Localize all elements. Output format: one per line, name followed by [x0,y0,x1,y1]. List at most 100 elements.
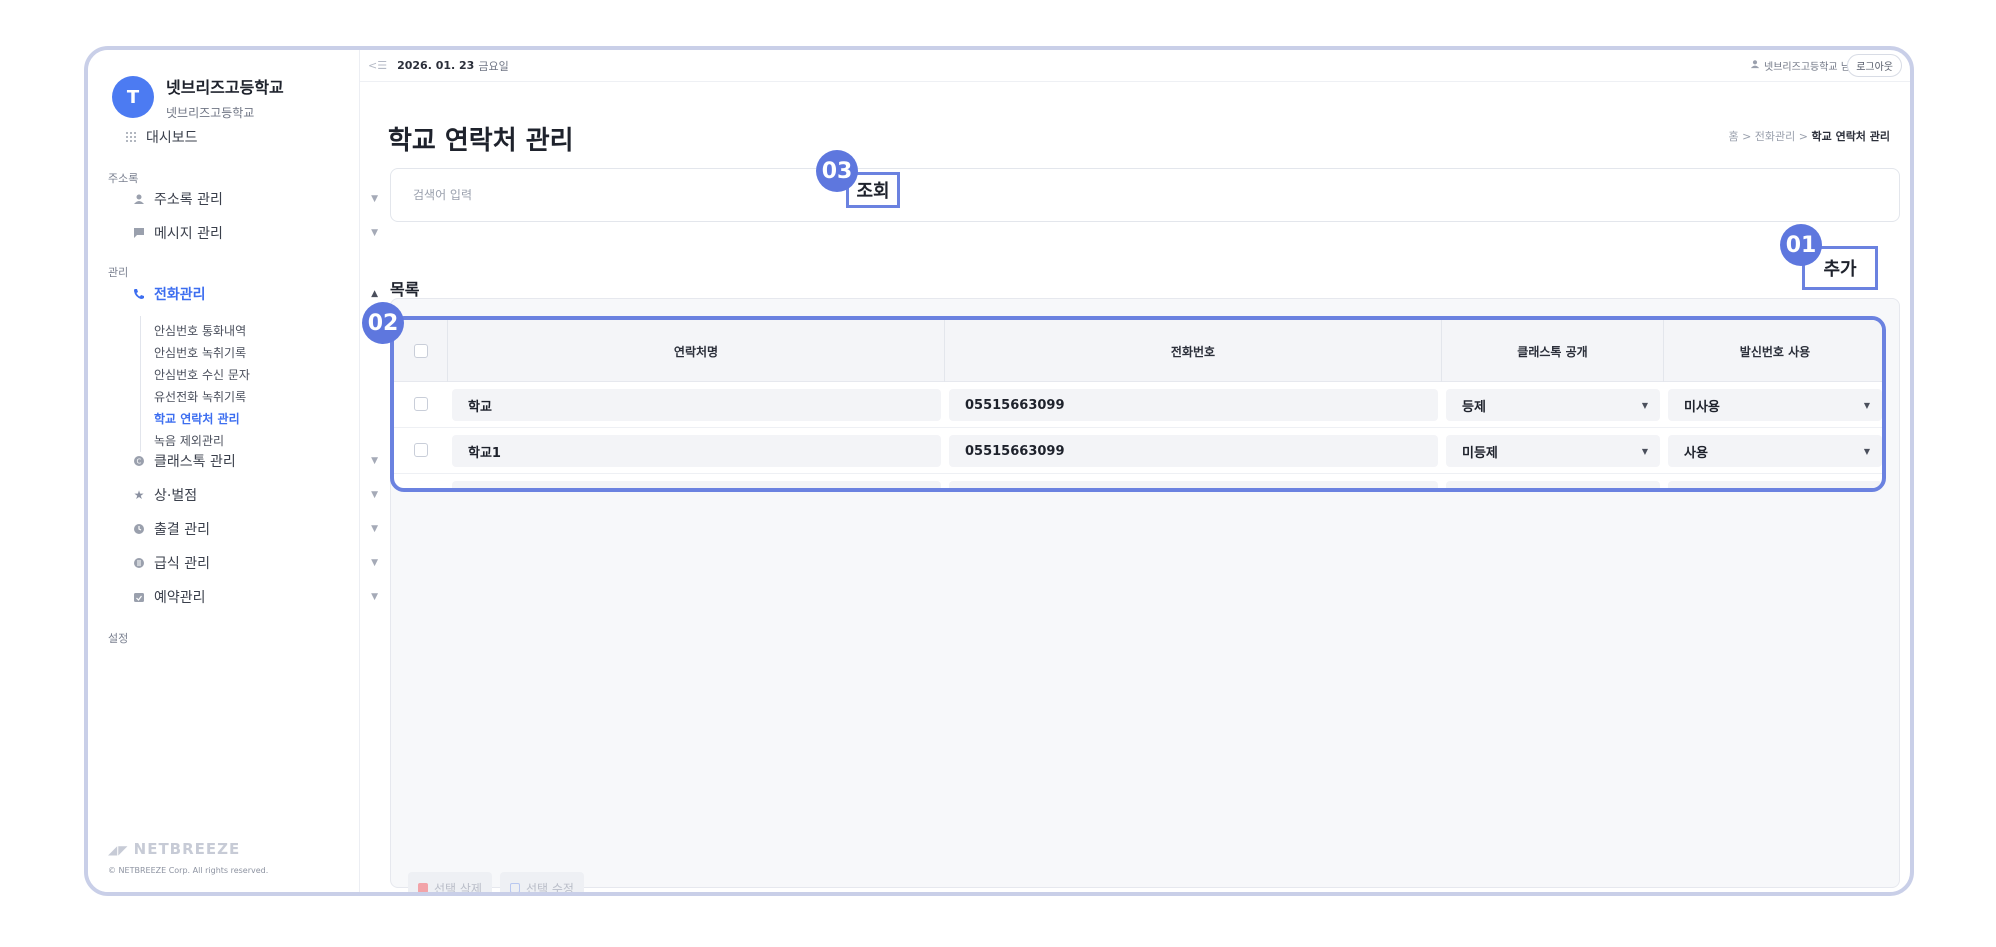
submenu-item[interactable]: 안심번호 녹취기록 [154,344,246,361]
row-checkbox[interactable] [414,397,428,411]
chevron-up-icon: ▲ [371,289,378,299]
person-icon [1750,59,1760,72]
sidebar-item-label: 예약관리 [154,590,206,606]
classtalk-select[interactable]: 등제 ▼ [1446,481,1660,489]
column-header-sender[interactable]: 발신번호 사용 [1664,320,1882,382]
submenu-item[interactable]: 안심번호 통화내역 [154,322,246,339]
sender-select[interactable]: 사용 ▼ [1668,481,1882,489]
sidebar-item-messages[interactable]: 메시지 관리 ▼ [132,218,404,248]
calendar-icon [132,590,146,604]
sender-select-value: 사용 [1684,488,1708,489]
svg-text:C: C [137,458,142,466]
delete-selected-button[interactable]: 선택 삭제 [408,872,492,896]
contact-name-field[interactable]: 학교 [452,389,941,421]
submenu-item[interactable]: 안심번호 수신 문자 [154,366,250,383]
column-header-phone[interactable]: 전화번호 [945,320,1442,382]
current-weekday: 금요일 [478,59,509,73]
row-checkbox[interactable] [414,443,428,457]
sidebar-item-meals[interactable]: 급식 관리 ▼ [132,548,404,578]
row-checkbox[interactable] [414,489,428,492]
callout-badge-add: 01 [1780,224,1822,266]
sidebar: T 넷브리즈고등학교 넷브리즈고등학교 대시보드 주소록 주소록 관리 ▼ 메시… [88,50,378,892]
contacts-table: 연락처명 전화번호 클래스톡 공개 발신번호 사용 학교 05515663099… [390,316,1886,492]
callout-badge-table: 02 [362,302,404,344]
breadcrumb: 홈 > 전화관리 > 학교 연락처 관리 [1728,130,1891,143]
sidebar-item-attendance[interactable]: 출결 관리 ▼ [132,514,404,544]
chevron-down-icon: ▼ [371,228,378,238]
contact-name-field[interactable]: 학교2 [452,481,941,488]
chevron-down-icon: ▼ [371,194,378,204]
clock-icon [132,522,146,536]
sidebar-item-reservations[interactable]: 예약관리 ▼ [132,582,404,612]
brand-title: 넷브리즈고등학교 [166,78,284,97]
sidebar-item-classtalk[interactable]: C 클래스톡 관리 ▼ [132,446,404,476]
column-header-classtalk[interactable]: 클래스톡 공개 [1442,320,1664,382]
chevron-down-icon: ▼ [371,524,378,534]
avatar: T [112,76,154,118]
sidebar-item-dashboard[interactable]: 대시보드 [124,122,396,152]
sidebar-toggle-icon[interactable]: <☰ [368,59,387,72]
select-all-checkbox[interactable] [413,344,428,358]
dropdown-caret-icon: ▼ [1863,446,1870,456]
sidebar-item-addressbook[interactable]: 주소록 관리 ▼ [132,184,404,214]
search-input[interactable] [413,183,1013,207]
grid-icon [124,130,138,144]
delete-selected-label: 선택 삭제 [434,881,482,896]
classtalk-select-value: 등제 [1462,399,1486,415]
sidebar-item-merits[interactable]: ★ 상·벌점 ▼ [132,480,404,510]
submenu-item[interactable]: 유선전화 녹취기록 [154,388,246,405]
person-icon [132,192,146,206]
classtalk-select[interactable]: 미등제 ▼ [1446,435,1660,467]
table-row: 학교1 05515663099 미등제 ▼ 사용 ▼ [394,428,1882,474]
table-row: 학교2 05515663099 등제 ▼ 사용 ▼ [394,474,1882,492]
submenu-item-active[interactable]: 학교 연락처 관리 [154,410,240,427]
breadcrumb-parent[interactable]: 전화관리 [1755,130,1795,143]
classtalk-select[interactable]: 등제 ▼ [1446,389,1660,421]
submenu-guide-line [140,316,141,452]
sidebar-item-phone[interactable]: 전화관리 ▲ [132,279,404,309]
edit-icon [510,883,520,892]
logo-mark-icon: ◢◤ [108,843,134,857]
brand: T 넷브리즈고등학교 넷브리즈고등학교 [112,72,284,121]
breadcrumb-current: 학교 연락처 관리 [1811,130,1891,143]
column-header-name[interactable]: 연락처명 [448,320,945,382]
page-title: 학교 연락처 관리 [388,126,574,156]
classtalk-select-value: 미등제 [1462,445,1498,461]
app-window: T 넷브리즈고등학교 넷브리즈고등학교 대시보드 주소록 주소록 관리 ▼ 메시… [84,46,1914,896]
sidebar-item-label: 상·벌점 [154,488,198,504]
sender-select[interactable]: 사용 ▼ [1668,435,1882,467]
sender-select-value: 사용 [1684,445,1708,461]
sidebar-item-label: 메시지 관리 [154,226,223,242]
footer-copyright: © NETBREEZE Corp. All rights reserved. [108,866,269,875]
top-bar: <☰ 2026. 01. 23 금요일 넷브리즈고등학교 님 로그아웃 [360,50,1910,82]
footer-logo: ◢◤ NETBREEZE [108,840,241,858]
dropdown-caret-icon: ▼ [1641,400,1648,410]
breadcrumb-home[interactable]: 홈 [1728,130,1738,143]
table-header: 연락처명 전화번호 클래스톡 공개 발신번호 사용 [394,320,1882,382]
classtalk-icon: C [132,454,146,468]
classtalk-select-value: 등제 [1462,488,1486,489]
table-row: 학교 05515663099 등제 ▼ 미사용 ▼ [394,382,1882,428]
list-label: 목록 [390,280,420,299]
edit-selected-button[interactable]: 선택 수정 [500,872,584,892]
message-icon [132,226,146,240]
chevron-down-icon: ▼ [371,592,378,602]
contact-name-field[interactable]: 학교1 [452,435,941,467]
sidebar-item-label: 대시보드 [146,130,198,146]
phone-number-field[interactable]: 05515663099 [949,389,1438,421]
trash-icon [418,883,428,892]
sender-select-value: 미사용 [1684,399,1720,415]
logout-button[interactable]: 로그아웃 [1847,54,1902,77]
dropdown-caret-icon: ▼ [1641,446,1648,456]
phone-number-field[interactable]: 05515663099 [949,481,1438,488]
brand-subtitle: 넷브리즈고등학교 [166,106,255,120]
sidebar-item-label: 전화관리 [154,287,206,303]
chevron-down-icon: ▼ [371,456,378,466]
phone-number-field[interactable]: 05515663099 [949,435,1438,467]
callout-badge-search: 03 [816,150,858,192]
chevron-down-icon: ▼ [371,490,378,500]
sidebar-item-label: 급식 관리 [154,556,210,572]
section-label-settings[interactable]: 설정 [108,630,128,646]
sender-select[interactable]: 미사용 ▼ [1668,389,1882,421]
sidebar-item-label: 출결 관리 [154,522,210,538]
